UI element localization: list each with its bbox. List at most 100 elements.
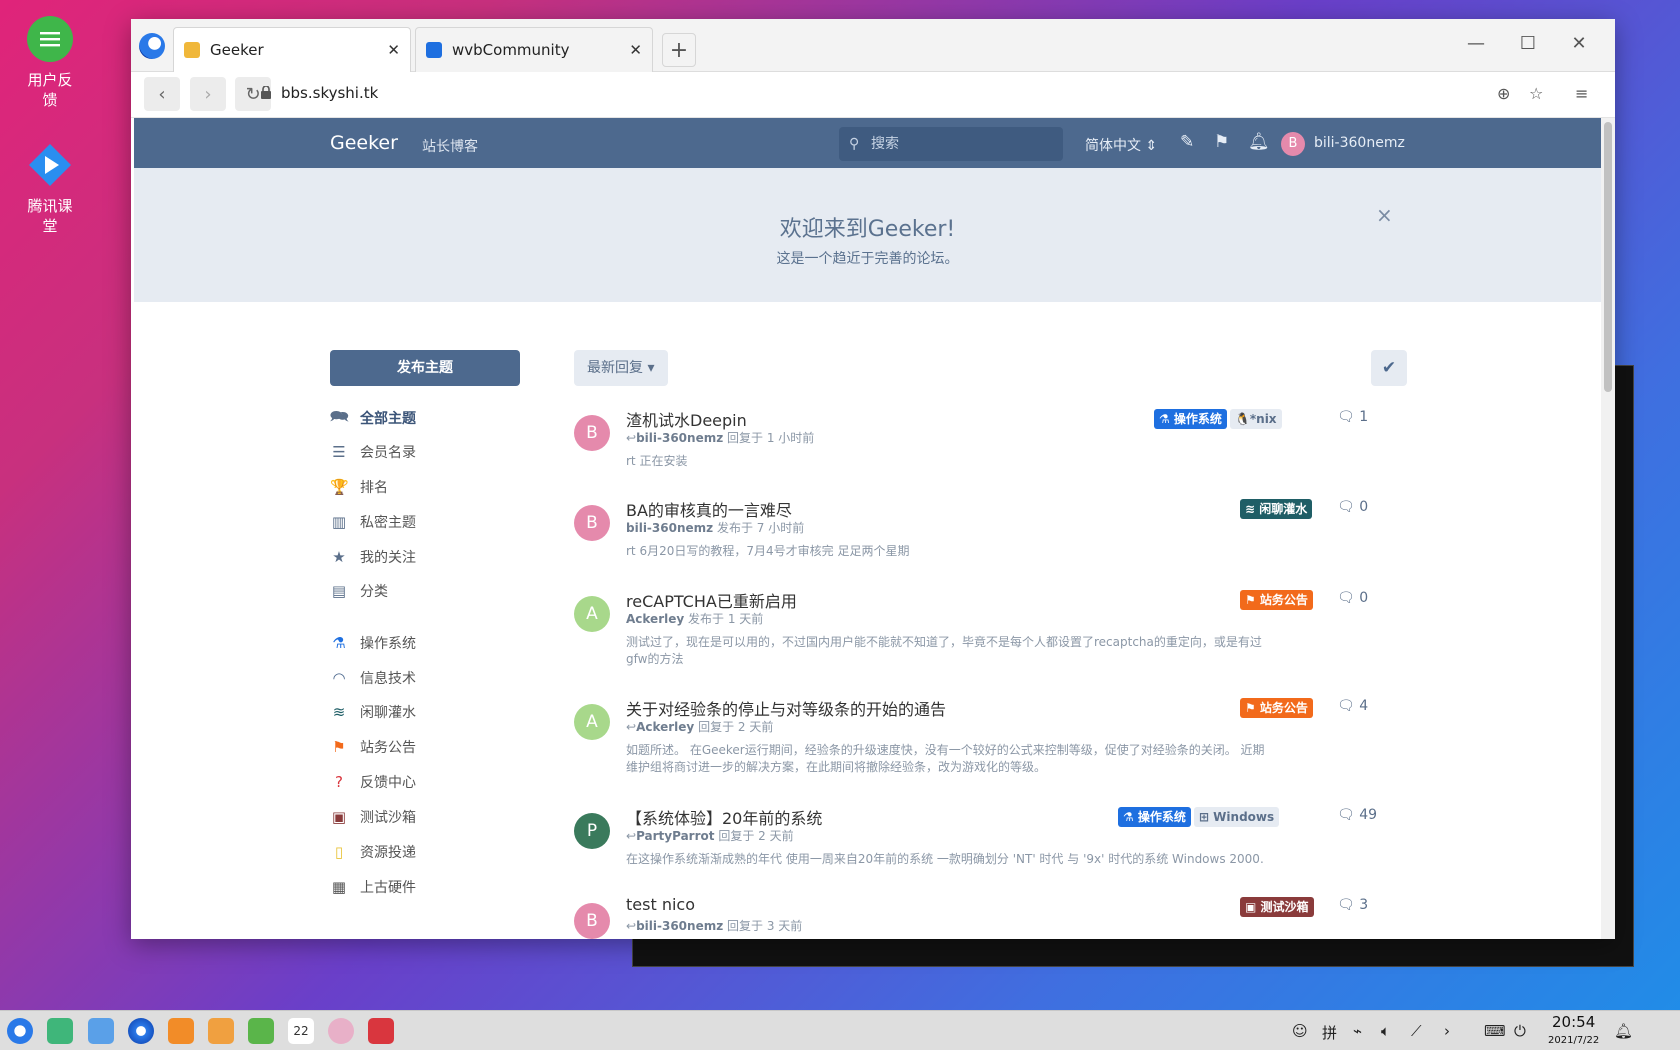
discussion-author[interactable]: bili-360nemz bbox=[636, 919, 723, 933]
reply-count[interactable]: 🗨 0 bbox=[1337, 590, 1368, 606]
reply-count[interactable]: 🗨 1 bbox=[1337, 409, 1368, 425]
app-store-icon[interactable] bbox=[168, 1018, 194, 1044]
discussion-author[interactable]: Ackerley bbox=[626, 612, 684, 626]
sidebar-category[interactable]: ▯ 资源投递 bbox=[330, 841, 416, 863]
new-post-button[interactable]: 发布主题 bbox=[330, 350, 520, 386]
sidebar-item[interactable]: 🗪 全部主题 bbox=[330, 407, 416, 429]
desktop-icon-tencent-classroom[interactable]: 腾讯课 堂 bbox=[18, 142, 82, 236]
launcher-icon[interactable] bbox=[7, 1018, 33, 1044]
menu-icon[interactable]: ≡ bbox=[1575, 84, 1588, 103]
user-tray-icon[interactable]: ☺ bbox=[1292, 1022, 1308, 1040]
language-select[interactable]: 简体中文 ⇕ bbox=[1085, 135, 1157, 155]
clock[interactable]: 20:54 2021/7/22 bbox=[1548, 1014, 1599, 1049]
sidebar-item[interactable]: 🏆 排名 bbox=[330, 476, 388, 498]
star-icon[interactable]: ☆ bbox=[1529, 84, 1543, 103]
tag-badge[interactable]: ⚗ 操作系统 bbox=[1154, 409, 1227, 429]
music-icon[interactable] bbox=[248, 1018, 274, 1044]
username-menu[interactable]: bili-360nemz bbox=[1314, 135, 1405, 151]
discussion-title[interactable]: BA的审核真的一言难尽 bbox=[626, 497, 792, 521]
tag-badge[interactable]: ⊞ Windows bbox=[1193, 807, 1280, 827]
discussion-title[interactable]: 【系统体验】20年前的系统 bbox=[626, 805, 822, 829]
discussion-author[interactable]: bili-360nemz bbox=[626, 521, 713, 535]
sidebar-category[interactable]: ◠ 信息技术 bbox=[330, 667, 416, 689]
back-button[interactable]: ‹ bbox=[144, 77, 180, 111]
sort-dropdown[interactable]: 最新回复 ▾ bbox=[574, 350, 668, 386]
photos-icon[interactable] bbox=[208, 1018, 234, 1044]
tag-badge[interactable]: 🐧*nix bbox=[1229, 409, 1282, 429]
avatar[interactable]: B bbox=[574, 415, 610, 451]
discussion-title[interactable]: 关于对经验条的停止与对等级条的开始的通告 bbox=[626, 696, 946, 720]
ime-indicator[interactable]: 拼 bbox=[1322, 1022, 1337, 1043]
tag-badge[interactable]: ⚗ 操作系统 bbox=[1118, 807, 1191, 827]
browser-logo-icon[interactable] bbox=[139, 33, 165, 59]
avatar[interactable]: A bbox=[574, 704, 610, 740]
avatar[interactable]: B bbox=[1281, 132, 1305, 156]
sidebar-category[interactable]: ⚑ 站务公告 bbox=[330, 736, 416, 758]
calendar-icon[interactable]: 22 bbox=[288, 1018, 314, 1044]
mark-all-read-button[interactable]: ✔ bbox=[1371, 350, 1407, 386]
reply-count[interactable]: 🗨 4 bbox=[1337, 698, 1368, 714]
close-icon[interactable]: × bbox=[1376, 203, 1393, 227]
tag-badge[interactable]: ⚑ 站务公告 bbox=[1240, 698, 1313, 718]
tab-geeker[interactable]: Geeker ✕ bbox=[173, 27, 411, 72]
network-icon[interactable]: ⟋ bbox=[1411, 1022, 1422, 1040]
url-field[interactable]: bbs.skyshi.tk bbox=[281, 84, 378, 102]
tab-close-icon[interactable]: ✕ bbox=[387, 41, 400, 59]
file-manager-icon[interactable] bbox=[88, 1018, 114, 1044]
discussion-title[interactable]: test nico bbox=[626, 895, 695, 914]
sidebar-item[interactable]: ▤ 分类 bbox=[330, 580, 388, 602]
sidebar-item[interactable]: ☰ 会员名录 bbox=[330, 441, 416, 463]
browser-taskbar-icon[interactable] bbox=[128, 1018, 154, 1044]
forward-button[interactable]: › bbox=[190, 77, 226, 111]
sidebar-category[interactable]: ⚗ 操作系统 bbox=[330, 632, 416, 654]
tab-close-icon[interactable]: ✕ bbox=[629, 41, 642, 59]
reply-count[interactable]: 🗨 49 bbox=[1337, 807, 1377, 823]
notification-icon[interactable]: 🔔︎ bbox=[1614, 1022, 1633, 1040]
close-window-button[interactable]: ✕ bbox=[1567, 33, 1591, 54]
desktop-icon-feedback[interactable]: 用户反 馈 bbox=[18, 16, 82, 110]
avatar[interactable]: B bbox=[574, 903, 610, 939]
avatar[interactable]: P bbox=[574, 813, 610, 849]
discussion-meta: ↩bili-360nemz 回复于 3 天前 bbox=[626, 917, 802, 934]
sidebar-category[interactable]: ≋ 闲聊灌水 bbox=[330, 701, 416, 723]
sidebar-item[interactable]: ★ 我的关注 bbox=[330, 546, 416, 568]
volume-icon[interactable]: 🔈︎ bbox=[1381, 1022, 1390, 1040]
sidebar-item[interactable]: ▥ 私密主题 bbox=[330, 511, 416, 533]
search-input[interactable]: ⚲ 搜索 bbox=[839, 127, 1063, 161]
maximize-button[interactable]: ☐ bbox=[1516, 33, 1540, 54]
discussion-title[interactable]: 渣机试水Deepin bbox=[626, 407, 747, 431]
minimize-button[interactable]: — bbox=[1464, 33, 1488, 54]
add-bookmark-icon[interactable]: ⊕ bbox=[1497, 84, 1510, 103]
keyboard-icon[interactable]: ⌨ bbox=[1484, 1022, 1506, 1040]
settings-icon[interactable] bbox=[328, 1018, 354, 1044]
terminal-icon[interactable] bbox=[368, 1018, 394, 1044]
sidebar-category[interactable]: ▦ 上古硬件 bbox=[330, 876, 416, 898]
sidebar-category[interactable]: ▣ 测试沙箱 bbox=[330, 806, 416, 828]
scrollbar-thumb[interactable] bbox=[1604, 122, 1612, 392]
reply-count[interactable]: 🗨 0 bbox=[1337, 499, 1368, 515]
tag-badge[interactable]: ⚑ 站务公告 bbox=[1240, 590, 1313, 610]
power-icon[interactable]: ⏻ bbox=[1514, 1022, 1526, 1040]
expand-tray-icon[interactable]: › bbox=[1444, 1022, 1450, 1040]
sidebar-category[interactable]: ? 反馈中心 bbox=[330, 771, 416, 793]
discussion-title[interactable]: reCAPTCHA已重新启用 bbox=[626, 588, 797, 612]
avatar[interactable]: B bbox=[574, 505, 610, 541]
compose-icon[interactable]: ✎ bbox=[1180, 132, 1194, 152]
flag-icon[interactable]: ⚑ bbox=[1214, 132, 1229, 152]
tab-wvbcommunity[interactable]: wvbCommunity ✕ bbox=[415, 27, 653, 72]
discussion-author[interactable]: Ackerley bbox=[636, 720, 694, 734]
multitask-view-icon[interactable] bbox=[47, 1018, 73, 1044]
bell-icon[interactable]: 🔔︎ bbox=[1248, 132, 1270, 152]
discussion-author[interactable]: bili-360nemz bbox=[636, 431, 723, 445]
reply-count[interactable]: 🗨 3 bbox=[1337, 897, 1368, 913]
blog-link[interactable]: 站长博客 bbox=[422, 136, 478, 156]
hero-subtitle: 这是一个趋近于完善的论坛。 bbox=[776, 251, 959, 267]
usb-icon[interactable]: ⌁ bbox=[1353, 1022, 1362, 1040]
new-tab-button[interactable]: + bbox=[662, 33, 696, 67]
discussion-author[interactable]: PartyParrot bbox=[636, 829, 714, 843]
tag-badge[interactable]: ▣ 测试沙箱 bbox=[1240, 897, 1314, 917]
site-title[interactable]: Geeker bbox=[330, 132, 398, 154]
avatar[interactable]: A bbox=[574, 596, 610, 632]
tag-badge[interactable]: ≋ 闲聊灌水 bbox=[1240, 499, 1313, 519]
page-scrollbar[interactable] bbox=[1601, 118, 1615, 939]
